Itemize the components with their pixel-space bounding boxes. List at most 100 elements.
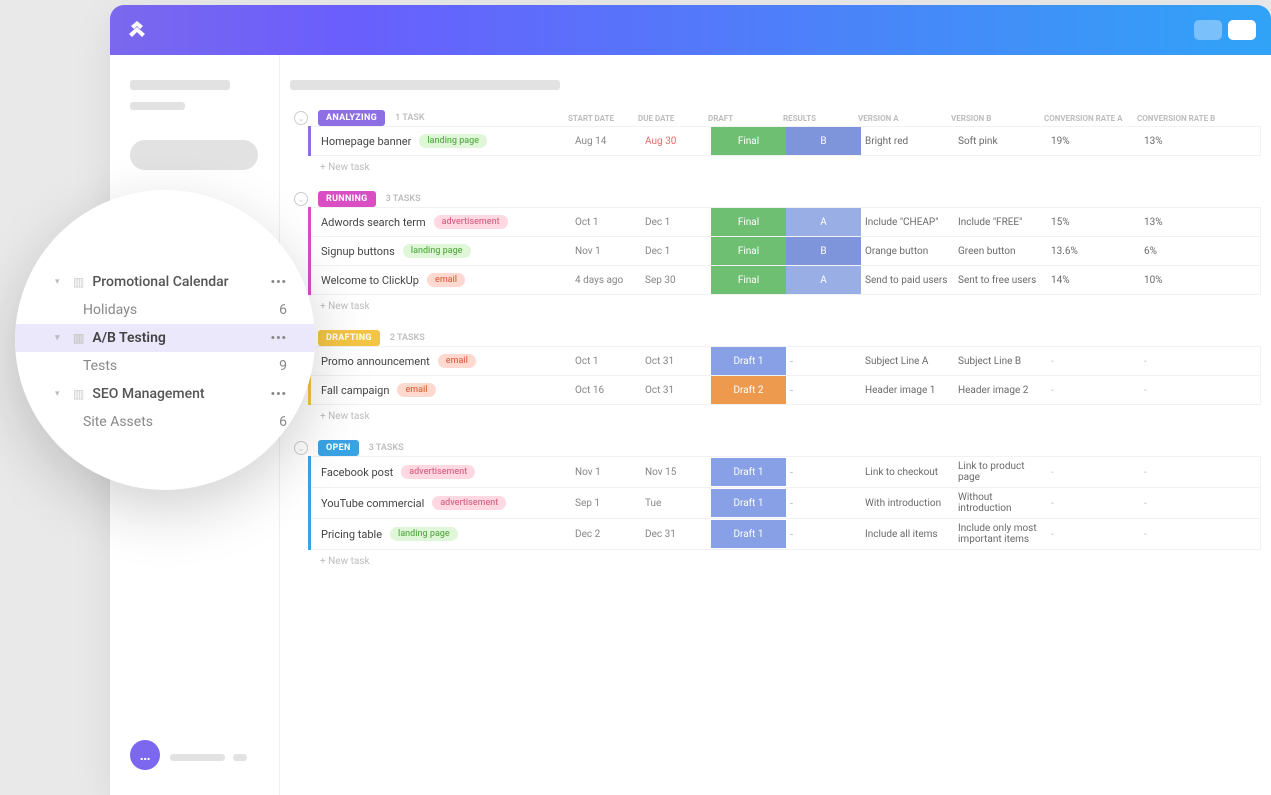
task-row[interactable]: Promo announcement email Oct 1 Oct 31 Dr… [311, 346, 1261, 376]
status-label[interactable]: ANALYZING [318, 110, 385, 126]
conversion-a-cell[interactable]: 15% [1047, 213, 1140, 232]
sidebar-folder-seo-management[interactable]: ▾ ▥ SEO Management ••• [15, 380, 315, 408]
version-b-cell[interactable]: Without introduction [954, 488, 1047, 518]
draft-cell[interactable]: Draft 2 [711, 376, 786, 404]
due-date-cell[interactable]: Tue [641, 494, 711, 513]
task-tag[interactable]: email [427, 273, 465, 287]
column-header[interactable]: START DATE [568, 114, 638, 123]
task-name-cell[interactable]: YouTube commercial advertisement [311, 491, 571, 515]
version-a-cell[interactable]: Bright red [861, 132, 954, 151]
results-cell[interactable]: - [786, 351, 861, 372]
start-date-cell[interactable]: Oct 1 [571, 352, 641, 371]
conversion-b-cell[interactable]: 13% [1140, 213, 1233, 232]
version-b-cell[interactable]: Subject Line B [954, 352, 1047, 371]
version-a-cell[interactable]: Send to paid users [861, 271, 954, 290]
column-header[interactable]: DUE DATE [638, 114, 708, 123]
draft-cell[interactable]: Final [711, 237, 786, 265]
view-toggle-a[interactable] [1194, 20, 1222, 40]
due-date-cell[interactable]: Aug 30 [641, 132, 711, 151]
sidebar-list-tests[interactable]: Tests 9 [15, 352, 315, 380]
task-row[interactable]: Signup buttons landing page Nov 1 Dec 1 … [311, 237, 1261, 266]
view-toggle-b[interactable] [1228, 20, 1256, 40]
task-name-cell[interactable]: Pricing table landing page [311, 522, 571, 546]
sidebar-folder-a-b-testing[interactable]: ▾ ▥ A/B Testing ••• [15, 324, 315, 352]
results-cell[interactable]: B [786, 237, 861, 265]
conversion-a-cell[interactable]: - [1047, 494, 1140, 513]
version-b-cell[interactable]: Header image 2 [954, 381, 1047, 400]
due-date-cell[interactable]: Dec 1 [641, 242, 711, 261]
task-row[interactable]: YouTube commercial advertisement Sep 1 T… [311, 488, 1261, 519]
draft-cell[interactable]: Final [711, 127, 786, 155]
task-tag[interactable]: email [438, 354, 476, 368]
due-date-cell[interactable]: Oct 31 [641, 352, 711, 371]
more-icon[interactable]: ••• [271, 275, 287, 289]
results-cell[interactable]: - [786, 380, 861, 401]
version-a-cell[interactable]: Include "CHEAP" [861, 213, 954, 232]
task-tag[interactable]: advertisement [434, 215, 508, 229]
version-b-cell[interactable]: Green button [954, 242, 1047, 261]
due-date-cell[interactable]: Dec 31 [641, 525, 711, 544]
task-name-cell[interactable]: Signup buttons landing page [311, 239, 571, 263]
results-cell[interactable]: - [786, 462, 861, 483]
results-cell[interactable]: A [786, 266, 861, 294]
start-date-cell[interactable]: 4 days ago [571, 271, 641, 290]
conversion-b-cell[interactable]: 13% [1140, 132, 1233, 151]
collapse-icon[interactable]: ⌄ [294, 192, 308, 206]
conversion-a-cell[interactable]: - [1047, 463, 1140, 482]
new-task-button[interactable]: + New task [290, 156, 1261, 179]
results-cell[interactable]: A [786, 208, 861, 236]
due-date-cell[interactable]: Dec 1 [641, 213, 711, 232]
collapse-icon[interactable]: ⌄ [294, 111, 308, 125]
task-row[interactable]: Adwords search term advertisement Oct 1 … [311, 207, 1261, 237]
status-label[interactable]: OPEN [318, 440, 359, 456]
start-date-cell[interactable]: Aug 14 [571, 132, 641, 151]
version-a-cell[interactable]: Orange button [861, 242, 954, 261]
task-tag[interactable]: landing page [403, 244, 471, 258]
task-tag[interactable]: advertisement [401, 465, 475, 479]
status-label[interactable]: RUNNING [318, 191, 376, 207]
version-a-cell[interactable]: With introduction [861, 494, 954, 513]
conversion-b-cell[interactable]: 10% [1140, 271, 1233, 290]
results-cell[interactable]: B [786, 127, 861, 155]
column-header[interactable]: DRAFT [708, 114, 783, 123]
conversion-b-cell[interactable]: - [1140, 494, 1233, 513]
chat-bubble-icon[interactable]: … [130, 740, 160, 770]
sidebar-list-holidays[interactable]: Holidays 6 [15, 296, 315, 324]
version-a-cell[interactable]: Link to checkout [861, 463, 954, 482]
version-b-cell[interactable]: Soft pink [954, 132, 1047, 151]
conversion-a-cell[interactable]: 13.6% [1047, 242, 1140, 261]
column-header[interactable]: VERSION A [858, 114, 951, 123]
conversion-a-cell[interactable]: - [1047, 381, 1140, 400]
task-name-cell[interactable]: Promo announcement email [311, 349, 571, 373]
new-task-button[interactable]: + New task [290, 550, 1261, 573]
start-date-cell[interactable]: Nov 1 [571, 463, 641, 482]
conversion-b-cell[interactable]: - [1140, 525, 1233, 544]
task-row[interactable]: Fall campaign email Oct 16 Oct 31 Draft … [311, 376, 1261, 405]
sidebar-list-site-assets[interactable]: Site Assets 6 [15, 408, 315, 436]
more-icon[interactable]: ••• [271, 387, 287, 401]
draft-cell[interactable]: Draft 1 [711, 520, 786, 548]
task-row[interactable]: Welcome to ClickUp email 4 days ago Sep … [311, 266, 1261, 295]
conversion-b-cell[interactable]: - [1140, 463, 1233, 482]
task-tag[interactable]: advertisement [432, 496, 506, 510]
version-a-cell[interactable]: Include all items [861, 525, 954, 544]
conversion-b-cell[interactable]: - [1140, 381, 1233, 400]
clickup-logo-icon[interactable] [125, 18, 149, 42]
task-name-cell[interactable]: Adwords search term advertisement [311, 210, 571, 234]
column-header[interactable]: RESULTS [783, 114, 858, 123]
start-date-cell[interactable]: Nov 1 [571, 242, 641, 261]
task-row[interactable]: Pricing table landing page Dec 2 Dec 31 … [311, 519, 1261, 550]
start-date-cell[interactable]: Oct 16 [571, 381, 641, 400]
new-task-button[interactable]: + New task [290, 405, 1261, 428]
start-date-cell[interactable]: Sep 1 [571, 494, 641, 513]
start-date-cell[interactable]: Dec 2 [571, 525, 641, 544]
conversion-a-cell[interactable]: 14% [1047, 271, 1140, 290]
task-row[interactable]: Facebook post advertisement Nov 1 Nov 15… [311, 456, 1261, 488]
conversion-b-cell[interactable]: 6% [1140, 242, 1233, 261]
version-b-cell[interactable]: Include only most important items [954, 519, 1047, 549]
draft-cell[interactable]: Final [711, 266, 786, 294]
new-task-button[interactable]: + New task [290, 295, 1261, 318]
more-icon[interactable]: ••• [271, 331, 287, 345]
due-date-cell[interactable]: Oct 31 [641, 381, 711, 400]
due-date-cell[interactable]: Nov 15 [641, 463, 711, 482]
